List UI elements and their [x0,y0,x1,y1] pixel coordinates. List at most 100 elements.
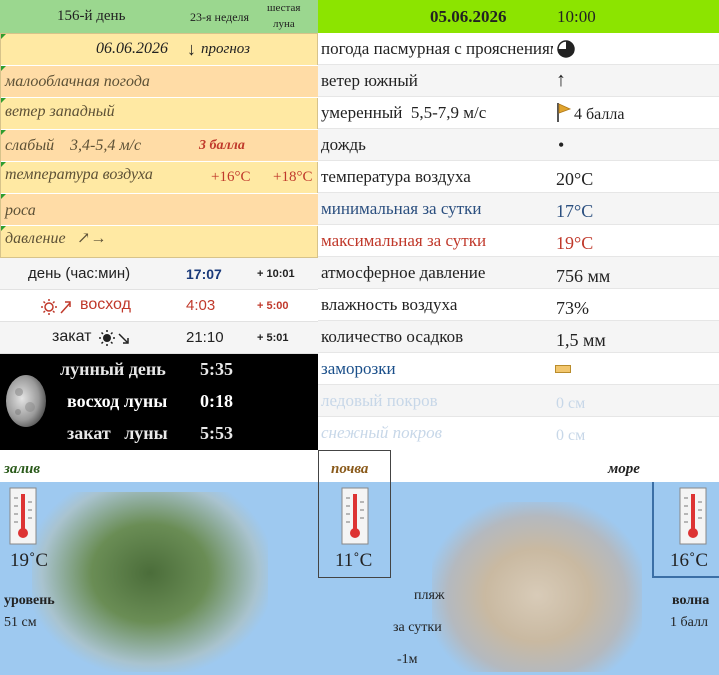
forecast-dew-row: роса [1,194,319,226]
lunar-day-value: 5:35 [200,359,233,379]
moon-phase-line1: шестая [267,2,301,14]
pressure-value: 756 мм [556,266,611,286]
forecast-temp-row: температура воздуха +16°C +18°C [1,162,319,194]
wind-speed-row: умеренный 5,5-7,9 м/с 4 балла [318,97,719,129]
wave-label: волна [672,593,710,608]
wind-dir-row: ветер южный ↑ [318,65,719,97]
ice-label: ледовый покров [321,391,438,410]
wind-speed-label: умеренный 5,5-7,9 м/с [321,103,487,122]
sunrise-row: восход 4:03 + 5:00 [0,290,318,322]
rain-value: 1,5 мм [556,330,606,350]
max-temp-label: максимальная за сутки [321,231,487,250]
daylength-value: 17:07 [186,266,222,282]
forecast-wind-score: 3 балла [199,138,245,153]
forecast-pressure-row: давление ↗→ [1,226,319,258]
sunset-row: закат 21:10 + 5:01 [0,322,318,354]
beach-photo [432,502,642,672]
wind-arrow-icon: ↑ [556,69,566,91]
bay-thermometer-icon [9,487,37,545]
current-time: 10:00 [557,7,596,26]
humidity-label: влажность воздуха [321,295,458,314]
frost-label: заморозки [321,359,396,378]
sunset-icon [99,330,129,346]
moon-icon [6,375,46,427]
sea-temp: 16˚C [670,550,708,571]
sunset-value: 21:10 [186,329,224,346]
moonset-label: закат луны [67,423,168,443]
rain-row: количество осадков 1,5 мм [318,321,719,353]
air-temp-label: температура воздуха [321,167,471,186]
sunset-delta: + 5:01 [257,332,289,344]
pressure-row: атмосферное давление 756 мм [318,257,719,289]
frost-indicator [555,365,571,373]
daylength-delta: + 10:01 [257,268,295,280]
forecast-temp-min: +16°C [211,169,251,185]
sunrise-delta: + 5:00 [257,300,289,312]
sky-background: 19˚C 11˚C 16˚C уровень 51 см пляж за сут… [0,450,719,675]
forecast-cloud-row: малооблачная погода [1,66,319,98]
weather-row: погода пасмурная с прояснениями [318,33,719,65]
ice-row: ледовый покров 0 см [318,385,719,417]
precip-type-row: дождь • [318,129,719,161]
soil-thermometer-icon [341,487,369,545]
bay-level-label: уровень [4,593,55,608]
forecast-dew: роса [5,202,36,219]
wind-dir-label: ветер южный [321,71,418,90]
min-temp-row: минимальная за сутки 17°C [318,193,719,225]
daylength-row: день (час:мин) 17:07 + 10:01 [0,258,318,290]
day-of-year: 156-й день [57,8,126,24]
beach-period: за сутки [393,620,442,635]
week-number: 23-я неделя [190,10,250,24]
air-temp-value: 20°C [556,169,594,189]
ice-value: 0 см [556,395,586,412]
forecast-date: 06.06.2026 [96,40,168,57]
daylength-label: день (час:мин) [28,265,131,282]
current-conditions: погода пасмурная с прояснениями ветер юж… [318,33,719,450]
pressure-trend-icon: ↗→ [77,230,107,247]
corner-marker [1,66,6,71]
humidity-row: влажность воздуха 73% [318,289,719,321]
max-temp-value: 19°C [556,233,594,253]
min-temp-label: минимальная за сутки [321,199,482,218]
bay-label: залив [4,461,41,477]
forecast-wind-speed: 3,4-5,4 м/с [70,137,142,154]
max-temp-row: максимальная за сутки 19°C [318,225,719,257]
beach-change: -1м [397,652,418,667]
bay-level-value: 51 см [4,615,37,630]
snow-value: 0 см [556,427,586,444]
forecast-temp-label: температура воздуха [5,166,153,183]
corner-marker [1,34,6,39]
sea-label: море [608,461,640,477]
wind-flag-icon [557,103,572,122]
bottom-panel: залив почва море 19˚C 11˚C 16˚C уровень … [0,450,719,675]
rain-label: количество осадков [321,327,464,346]
forecast-panel: 06.06.2026 ↓ прогноз малооблачная погода… [0,33,319,258]
moon-phase-line2: луна [273,18,295,30]
current-date: 05.06.2026 [430,7,507,26]
top-bar-right [318,0,719,33]
sunrise-label: восход [80,296,131,313]
rain-dot-icon: • [558,135,565,155]
sun-panel: день (час:мин) 17:07 + 10:01 восход 4:03… [0,258,318,354]
sunrise-value: 4:03 [186,297,216,314]
forecast-pressure: давление [5,230,66,247]
top-bar: 156-й день 23-я неделя шестая луна 05.06… [0,0,719,33]
sunset-label: закат [52,328,92,345]
corner-marker [1,194,6,199]
bay-temp: 19˚C [10,550,48,571]
wave-value: 1 балл [670,615,708,630]
moonrise-value: 0:18 [200,391,233,411]
soil-temp: 11˚C [335,550,373,571]
humidity-value: 73% [556,298,589,318]
cloud-cover-icon [557,40,575,58]
forecast-wind-speed-row: слабый 3,4-5,4 м/с 3 балла [1,130,319,162]
snow-row: снежный покров 0 см [318,417,719,449]
moonrise-label: восход луны [67,391,168,411]
min-temp-value: 17°C [556,201,594,221]
bay-photo [32,492,268,672]
forecast-header: 06.06.2026 ↓ прогноз [1,34,319,66]
forecast-label: прогноз [201,41,250,57]
sea-thermometer-icon [679,487,707,545]
forecast-wind-row: ветер западный [1,98,319,130]
beach-label: пляж [414,588,445,603]
